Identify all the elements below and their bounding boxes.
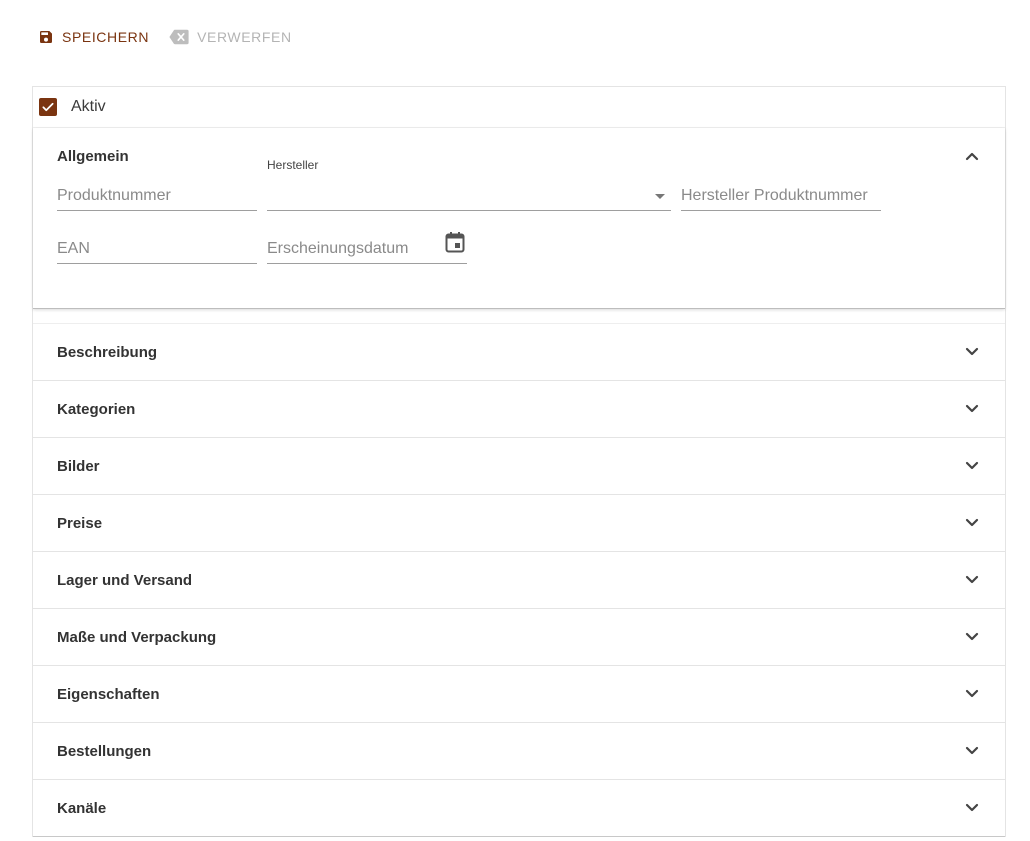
ean-placeholder: EAN (57, 240, 90, 257)
toolbar: SPEICHERN VERWERFEN (32, 24, 298, 50)
panel-title: Kategorien (57, 400, 136, 418)
panel-title: Allgemein (57, 147, 129, 165)
panel-title: Bestellungen (57, 742, 152, 760)
aktiv-label: Aktiv (71, 98, 106, 115)
dropdown-caret-icon[interactable] (655, 194, 665, 199)
erscheinungsdatum-placeholder: Erscheinungsdatum (267, 240, 409, 257)
panel-title: Kanäle (57, 799, 107, 817)
panel-header-lager-und-versand[interactable]: Lager und Versand (33, 552, 1005, 609)
ean-field[interactable]: EAN (57, 237, 257, 264)
save-label: SPEICHERN (62, 29, 150, 45)
chevron-down-icon[interactable] (965, 518, 979, 528)
produktnummer-field[interactable]: Produktnummer (57, 184, 257, 211)
panel-header-masse-und-verpackung[interactable]: Maße und Verpackung (33, 609, 1005, 666)
chevron-down-icon[interactable] (965, 746, 979, 756)
produktnummer-placeholder: Produktnummer (57, 187, 171, 204)
erscheinungsdatum-field[interactable]: Erscheinungsdatum (267, 232, 467, 264)
calendar-icon[interactable] (445, 231, 465, 258)
save-button[interactable]: SPEICHERN (32, 24, 155, 50)
panel-header-kanaele[interactable]: Kanäle (33, 780, 1005, 837)
panel-title: Beschreibung (57, 343, 158, 361)
hersteller-label: Hersteller (267, 158, 319, 172)
panel-header-allgemein[interactable]: Allgemein (33, 128, 1005, 184)
product-form-card: Aktiv Allgemein Produktnummer Hersteller… (32, 86, 1006, 837)
backspace-icon (169, 29, 189, 45)
chevron-down-icon[interactable] (965, 461, 979, 471)
check-icon (42, 102, 54, 112)
panel-header-kategorien[interactable]: Kategorien (33, 381, 1005, 438)
chevron-down-icon[interactable] (965, 632, 979, 642)
panel-title: Eigenschaften (57, 685, 160, 703)
panel-header-eigenschaften[interactable]: Eigenschaften (33, 666, 1005, 723)
aktiv-checkbox[interactable] (39, 98, 57, 116)
discard-label: VERWERFEN (197, 29, 292, 45)
discard-button[interactable]: VERWERFEN (163, 24, 298, 50)
chevron-down-icon[interactable] (965, 347, 979, 357)
hersteller-select[interactable]: Hersteller (267, 158, 671, 211)
chevron-down-icon[interactable] (965, 575, 979, 585)
save-icon (38, 29, 54, 45)
allgemein-body: Produktnummer Hersteller Hersteller Prod… (33, 158, 1005, 308)
collapsed-panels: Beschreibung Kategorien Bilder Preise La… (33, 323, 1005, 837)
panel-allgemein: Allgemein Produktnummer Hersteller Herst… (33, 128, 1005, 309)
panel-header-bilder[interactable]: Bilder (33, 438, 1005, 495)
panel-header-bestellungen[interactable]: Bestellungen (33, 723, 1005, 780)
panel-title: Bilder (57, 457, 100, 475)
chevron-down-icon[interactable] (965, 689, 979, 699)
panel-title: Lager und Versand (57, 571, 193, 589)
panel-header-beschreibung[interactable]: Beschreibung (33, 324, 1005, 381)
hersteller-produktnummer-placeholder: Hersteller Produktnummer (681, 187, 868, 204)
panel-title: Maße und Verpackung (57, 628, 217, 646)
hersteller-produktnummer-field[interactable]: Hersteller Produktnummer (681, 184, 881, 211)
chevron-down-icon[interactable] (965, 803, 979, 813)
chevron-down-icon[interactable] (965, 404, 979, 414)
chevron-up-icon[interactable] (965, 151, 979, 161)
panel-title: Preise (57, 514, 103, 532)
aktiv-row: Aktiv (33, 87, 1005, 128)
panel-header-preise[interactable]: Preise (33, 495, 1005, 552)
